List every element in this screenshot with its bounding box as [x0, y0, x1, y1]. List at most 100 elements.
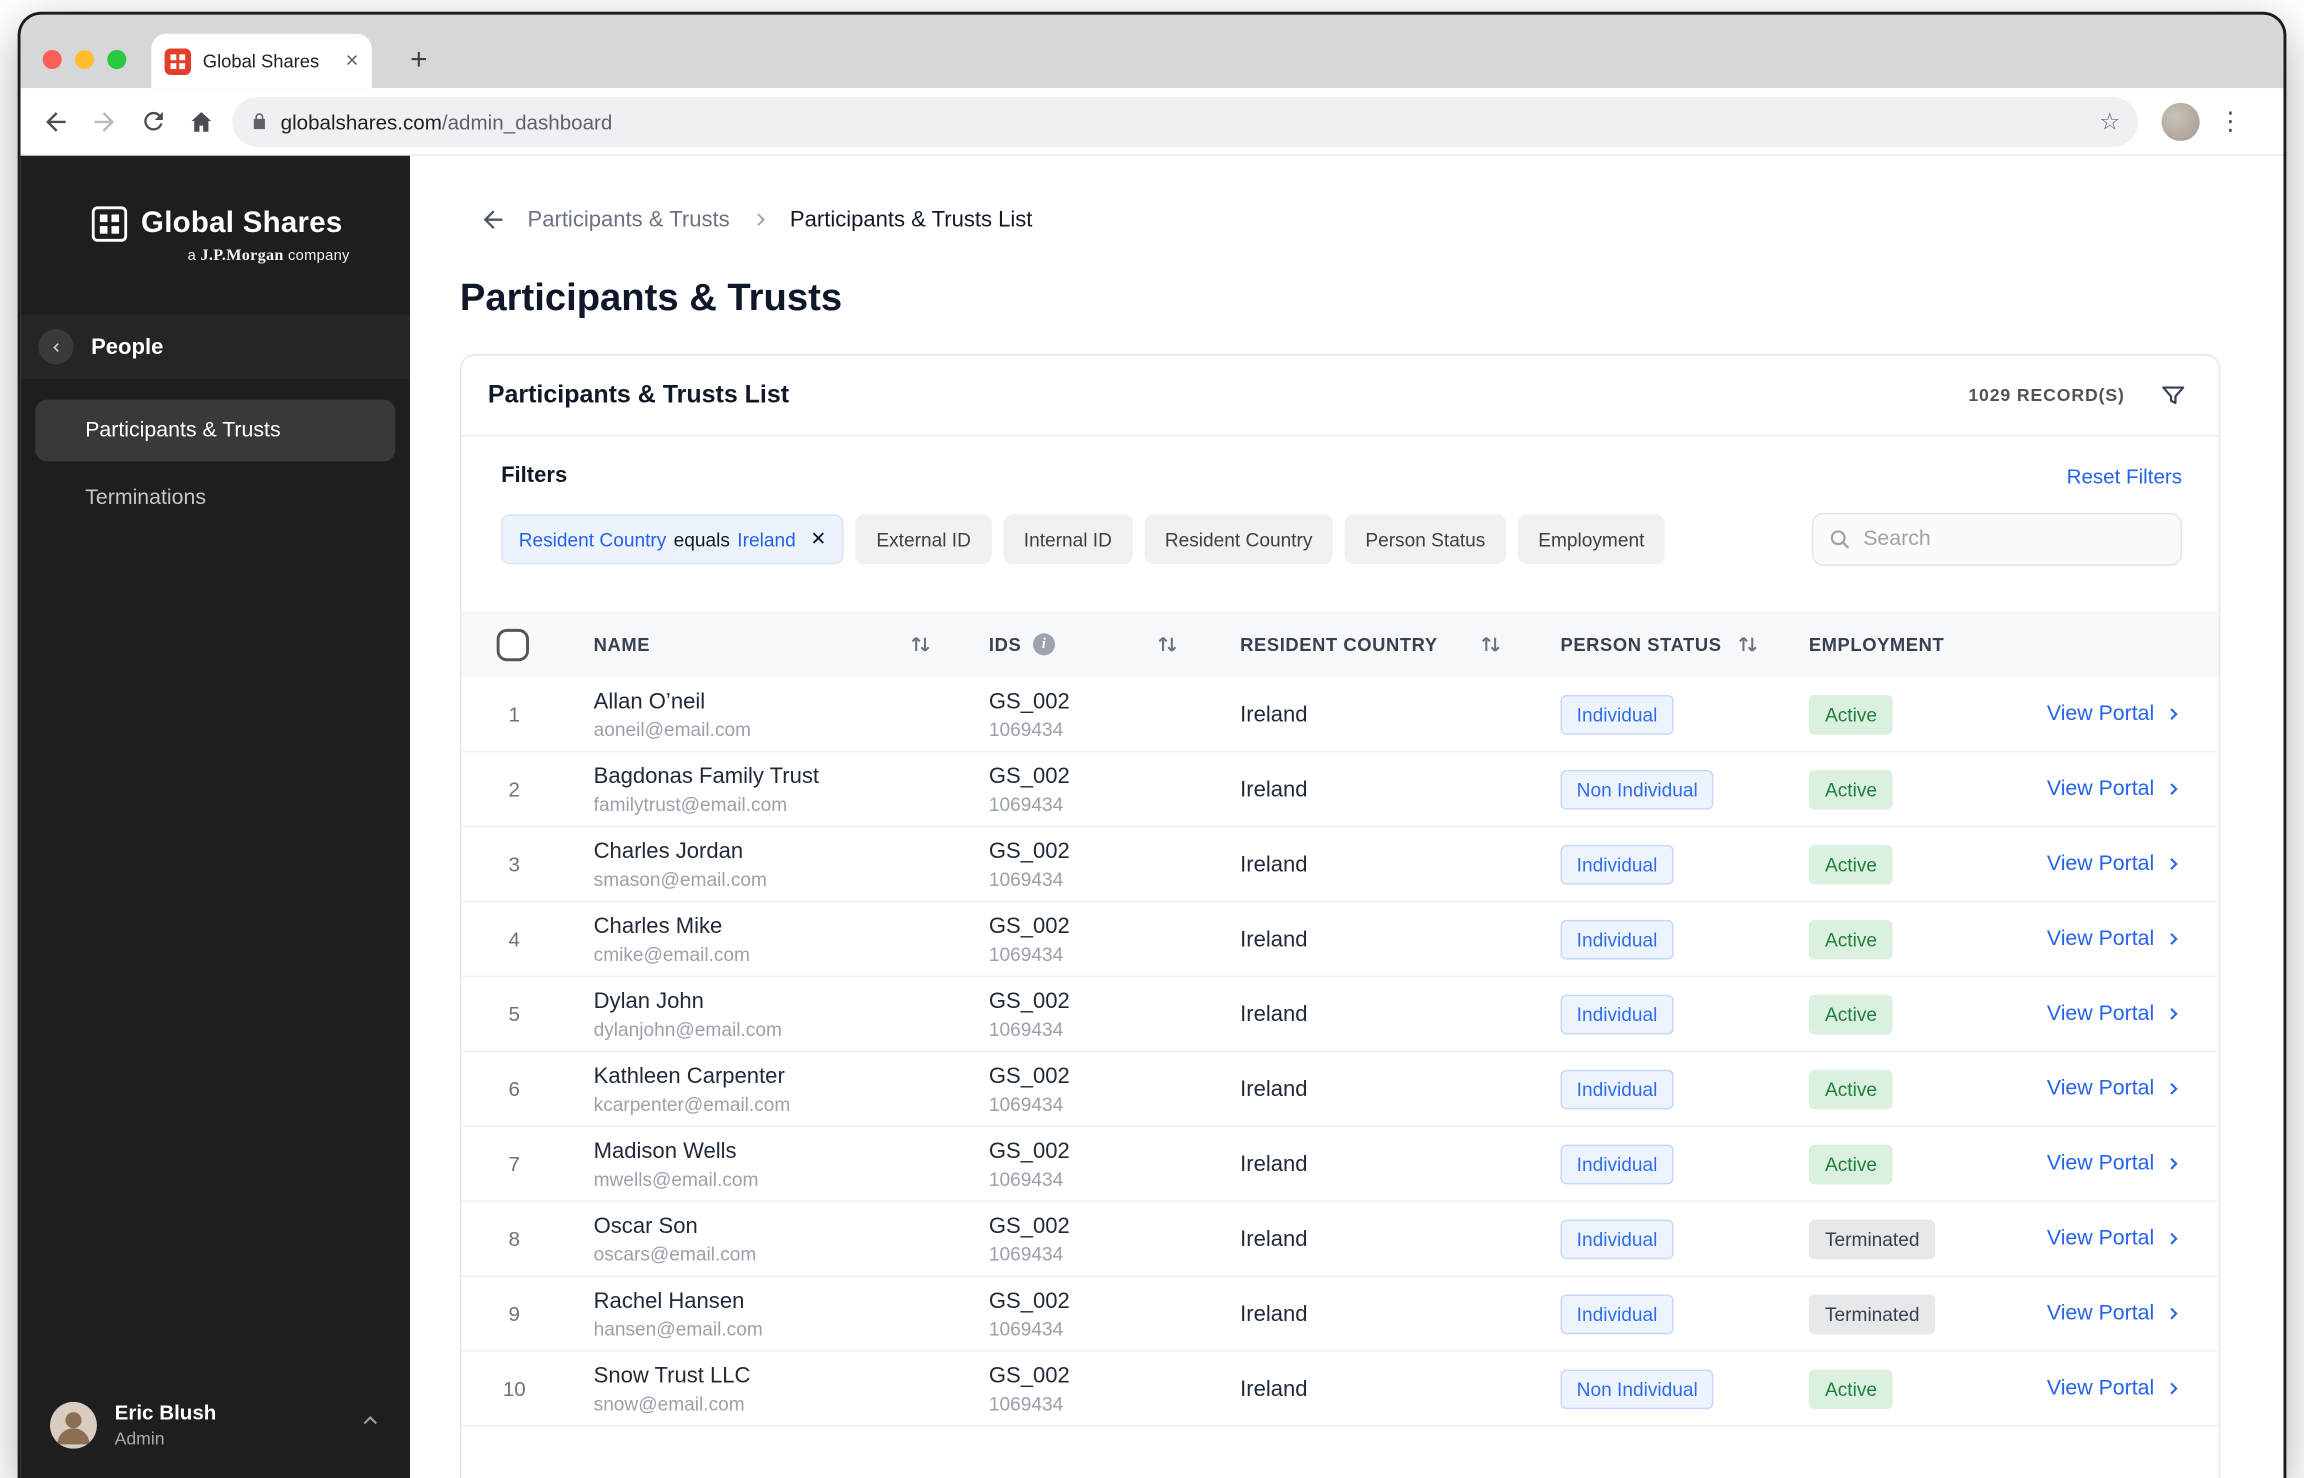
resident-country: Ireland [1240, 1376, 1308, 1402]
window-zoom-button[interactable] [107, 49, 127, 70]
view-portal-link[interactable]: View Portal [2047, 1377, 2182, 1400]
home-icon[interactable] [178, 98, 225, 145]
participant-name: Bagdonas Family Trust [593, 763, 820, 789]
forward-icon[interactable] [81, 98, 128, 145]
breadcrumb-back-icon[interactable] [479, 205, 507, 233]
sort-icon[interactable] [1737, 635, 1759, 654]
view-portal-link[interactable]: View Portal [2047, 1227, 2182, 1250]
resident-country: Ireland [1240, 1226, 1308, 1252]
new-tab-button[interactable]: + [400, 41, 438, 79]
active-filter-chip[interactable]: Resident Country equals Ireland ✕ [501, 514, 845, 565]
participant-id: GS_002 [988, 1212, 1070, 1238]
breadcrumb-parent[interactable]: Participants & Trusts [528, 206, 730, 231]
address-bar[interactable]: globalshares.com/admin_dashboard ☆ [232, 96, 2138, 147]
search-input[interactable] [1863, 527, 2166, 552]
select-all-checkbox[interactable] [496, 628, 529, 661]
browser-menu-icon[interactable]: ⋮ [2213, 104, 2248, 139]
person-status-badge: Individual [1560, 694, 1674, 734]
table-row: 5 Dylan John dylanjohn@email.com GS_002 … [461, 977, 2219, 1053]
brand-logo: Global Shares a J.P.Morgan company [91, 206, 350, 264]
url-domain: globalshares.com [280, 109, 442, 133]
participant-id: GS_002 [988, 913, 1070, 939]
close-tab-icon[interactable]: × [346, 50, 359, 72]
chevron-right-icon [2165, 855, 2183, 873]
chevron-up-icon[interactable] [360, 1411, 381, 1439]
record-count: 1029 RECORD(S) [1968, 384, 2125, 406]
resident-country: Ireland [1240, 776, 1308, 802]
window-minimize-button[interactable] [74, 49, 95, 70]
view-portal-label: View Portal [2046, 1077, 2155, 1101]
view-portal-link[interactable]: View Portal [2047, 702, 2182, 726]
padlock-icon [250, 112, 269, 131]
sort-icon[interactable] [1480, 635, 1502, 654]
view-portal-link[interactable]: View Portal [2047, 1077, 2182, 1101]
filters-label: Filters [501, 462, 568, 488]
participants-table: NAME IDS i RESIDENT COUNTRY PERSON STATU… [461, 611, 2219, 1427]
back-icon[interactable] [32, 98, 79, 145]
sort-icon[interactable] [910, 635, 932, 654]
participant-email: smason@email.com [593, 867, 767, 890]
filter-chip-external-id[interactable]: External ID [855, 514, 992, 565]
table-header-row: NAME IDS i RESIDENT COUNTRY PERSON STATU… [461, 611, 2219, 678]
reload-icon[interactable] [129, 98, 176, 145]
card-title: Participants & Trusts List [487, 380, 790, 409]
person-status-badge: Individual [1560, 1293, 1674, 1334]
chevron-right-icon [2165, 780, 2183, 798]
search-icon [1828, 528, 1852, 552]
resident-country: Ireland [1240, 1151, 1308, 1177]
sort-icon[interactable] [1156, 635, 1178, 654]
participant-name: Dylan John [593, 988, 704, 1014]
bookmark-star-icon[interactable]: ☆ [2099, 107, 2120, 136]
sidebar-nav: Participants & Trusts Terminations [21, 399, 410, 529]
participant-name: Oscar Son [593, 1212, 698, 1238]
person-status-badge: Individual [1560, 919, 1674, 959]
col-header-ids: IDS [988, 634, 1022, 655]
view-portal-link[interactable]: View Portal [2047, 777, 2182, 801]
participant-id-number: 1069434 [988, 1092, 1064, 1115]
sidebar-item-terminations[interactable]: Terminations [35, 467, 395, 529]
person-status-badge: Individual [1560, 1218, 1674, 1259]
info-icon[interactable]: i [1033, 633, 1056, 656]
browser-toolbar: globalshares.com/admin_dashboard ☆ ⋮ [20, 88, 2284, 156]
participant-email: hansen@email.com [593, 1317, 763, 1340]
person-status-badge: Individual [1560, 844, 1674, 884]
reset-filters-link[interactable]: Reset Filters [2067, 464, 2182, 488]
browser-profile-avatar[interactable] [2161, 102, 2200, 141]
view-portal-link[interactable]: View Portal [2047, 852, 2182, 876]
browser-tab[interactable]: Global Shares × [151, 33, 372, 89]
url-path: /admin_dashboard [441, 109, 613, 133]
sidebar-item-participants-trusts[interactable]: Participants & Trusts [35, 399, 396, 462]
col-header-resident-country: RESIDENT COUNTRY [1240, 634, 1438, 655]
row-index: 5 [508, 1002, 521, 1026]
participant-id-number: 1069434 [988, 1317, 1064, 1340]
window-close-button[interactable] [42, 49, 62, 70]
employment-badge: Active [1808, 919, 1894, 959]
employment-badge: Terminated [1808, 1218, 1936, 1259]
view-portal-link[interactable]: View Portal [2047, 1002, 2182, 1026]
sidebar: Global Shares a J.P.Morgan company Peopl… [20, 155, 410, 1478]
view-portal-label: View Portal [2046, 1152, 2155, 1176]
participant-email: aoneil@email.com [593, 717, 752, 740]
row-index: 2 [508, 777, 521, 801]
view-portal-link[interactable]: View Portal [2047, 1152, 2182, 1176]
col-header-employment: EMPLOYMENT [1808, 634, 1945, 655]
person-status-badge: Non Individual [1560, 1368, 1714, 1409]
filter-chip-employment[interactable]: Employment [1517, 514, 1665, 565]
employment-badge: Terminated [1808, 1293, 1936, 1334]
filter-funnel-icon[interactable] [2160, 382, 2186, 408]
filter-chip-resident-country[interactable]: Resident Country [1144, 514, 1333, 565]
collapse-back-icon[interactable] [38, 329, 74, 365]
filter-chip-person-status[interactable]: Person Status [1344, 514, 1506, 565]
remove-filter-icon[interactable]: ✕ [810, 528, 826, 552]
view-portal-link[interactable]: View Portal [2047, 927, 2182, 951]
person-status-badge: Individual [1560, 994, 1674, 1034]
chevron-right-icon [2165, 705, 2183, 723]
sidebar-user[interactable]: Eric Blush Admin [35, 1389, 395, 1461]
resident-country: Ireland [1240, 1301, 1308, 1327]
view-portal-link[interactable]: View Portal [2047, 1302, 2182, 1325]
resident-country: Ireland [1240, 701, 1308, 727]
url-text: globalshares.com/admin_dashboard [281, 109, 613, 133]
card-header: Participants & Trusts List 1029 RECORD(S… [461, 356, 2219, 437]
breadcrumb: Participants & Trusts Participants & Tru… [410, 197, 2283, 241]
filter-chip-internal-id[interactable]: Internal ID [1003, 514, 1133, 565]
